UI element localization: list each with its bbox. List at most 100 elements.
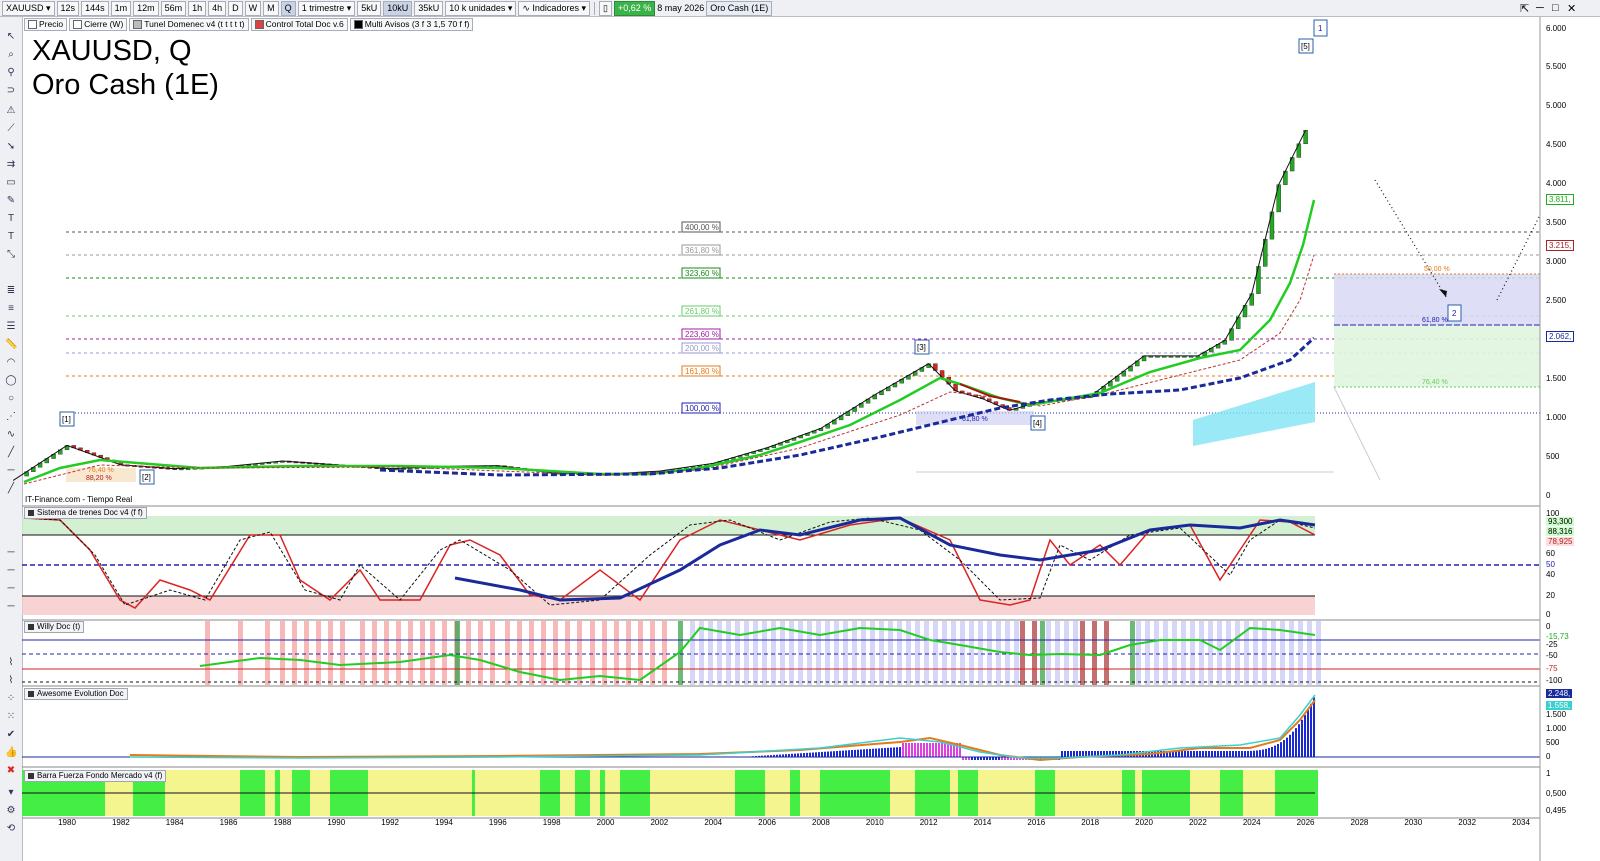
willy-tick: 0 xyxy=(1546,622,1551,631)
awesome-bar xyxy=(1211,751,1213,757)
awesome-bar xyxy=(839,750,841,757)
trenes-tag: 78,925 xyxy=(1546,537,1575,546)
awesome-bar xyxy=(803,753,805,757)
willy-bar xyxy=(205,621,210,685)
panel-label-awesome[interactable]: Awesome Evolution Doc xyxy=(24,688,128,700)
awesome-bar xyxy=(848,750,850,757)
trenes-tick: 60 xyxy=(1546,549,1555,558)
willy-bar xyxy=(614,621,619,685)
awesome-bars xyxy=(743,697,1315,760)
time-tick: 2028 xyxy=(1350,818,1369,827)
willy-bar xyxy=(442,621,447,685)
barra-tick: 1 xyxy=(1546,769,1551,778)
willy-bar xyxy=(1217,621,1222,685)
willy-bar xyxy=(1130,621,1135,685)
awesome-bar xyxy=(1268,747,1270,757)
willy-tick: -25 xyxy=(1546,640,1558,649)
price-tag: 2.062, xyxy=(1546,331,1575,342)
willy-bar xyxy=(1064,621,1069,685)
time-tick: 1984 xyxy=(165,818,184,827)
awesome-tick: 500 xyxy=(1546,738,1560,747)
willy-bar xyxy=(1208,621,1213,685)
awesome-bar xyxy=(1304,714,1306,757)
willy-bar xyxy=(987,621,992,685)
time-tick: 1980 xyxy=(58,818,76,827)
zone-label: 61,80 % xyxy=(962,416,988,423)
awesome-bar xyxy=(1307,709,1309,757)
awesome-bar xyxy=(1223,751,1225,757)
awesome-bar xyxy=(1238,751,1240,757)
awesome-tag: 1.558, xyxy=(1546,701,1573,710)
trenes-tag: 93,300 xyxy=(1546,517,1575,526)
panel-swatch xyxy=(28,691,34,697)
willy-bar xyxy=(430,621,435,685)
willy-bar xyxy=(396,621,401,685)
zone-label: 76,40 % xyxy=(1422,379,1448,386)
time-tick: 1996 xyxy=(488,818,507,827)
willy-bar xyxy=(726,621,731,685)
awesome-bar xyxy=(1196,751,1198,757)
fib-label-group: 400,00 % 361,80 % 323,60 % 261,80 % 223,… xyxy=(681,221,721,414)
awesome-bar xyxy=(1250,750,1252,757)
willy-bar xyxy=(1181,621,1186,685)
willy-bar xyxy=(852,621,857,685)
awesome-bar xyxy=(1265,748,1267,757)
zone-label: 88,20 % xyxy=(86,475,112,482)
awesome-tick: 1.000 xyxy=(1546,724,1567,733)
willy-bar xyxy=(372,621,377,685)
awesome-bar xyxy=(1214,751,1216,757)
barra-tick: 0,495 xyxy=(1546,806,1567,815)
price-series-line xyxy=(12,129,1307,481)
awesome-bar xyxy=(1220,751,1222,757)
awesome-bar xyxy=(1199,751,1201,757)
awesome-bar xyxy=(1256,750,1258,757)
trenes-upper-band xyxy=(22,516,1315,535)
trenes-tick: 50 xyxy=(1546,560,1555,569)
willy-bar xyxy=(1154,621,1159,685)
awesome-bar xyxy=(1202,751,1204,757)
willy-bar xyxy=(638,621,643,685)
awesome-bar xyxy=(1241,750,1243,757)
willy-bar xyxy=(699,621,704,685)
awesome-bar xyxy=(899,747,901,757)
price-tag: 3.811, xyxy=(1546,194,1574,205)
willy-bar xyxy=(1020,621,1025,685)
time-tick: 1998 xyxy=(542,818,561,827)
awesome-bar xyxy=(1178,751,1180,757)
price-tick: 5.000 xyxy=(1546,101,1567,110)
willy-bar xyxy=(915,621,920,685)
awesome-bar xyxy=(845,750,847,757)
price-tick: 500 xyxy=(1546,452,1560,461)
awesome-bar xyxy=(1073,751,1075,757)
panel-label-barra[interactable]: Barra Fuerza Fondo Mercado v4 (f) xyxy=(24,770,167,782)
panel-label-willy[interactable]: Willy Doc (t) xyxy=(24,621,85,633)
awesome-bar xyxy=(1259,750,1261,757)
trenes-tick: 40 xyxy=(1546,570,1555,579)
barra-tick: 0,500 xyxy=(1546,789,1567,798)
fib-label: 223,60 % xyxy=(685,330,719,339)
willy-bar xyxy=(565,621,570,685)
awesome-bar xyxy=(902,743,904,757)
awesome-bar xyxy=(812,752,814,757)
wave-label: [5] xyxy=(1301,42,1310,51)
time-tick: 2002 xyxy=(650,818,669,827)
fibonacci-levels xyxy=(66,231,1540,414)
chart-canvas[interactable]: 400,00 % 361,80 % 323,60 % 261,80 % 223,… xyxy=(0,0,1600,861)
awesome-bar xyxy=(1313,697,1315,757)
time-tick: 2000 xyxy=(596,818,615,827)
willy-tick: -100 xyxy=(1546,676,1563,685)
fib-label: 400,00 % xyxy=(685,223,719,232)
awesome-bar xyxy=(1271,746,1273,757)
awesome-bar xyxy=(815,752,817,757)
fib-zone-61 xyxy=(1334,325,1540,387)
wave-label: 2 xyxy=(1452,309,1457,318)
willy-bar xyxy=(1316,621,1321,685)
awesome-bar xyxy=(1229,751,1231,757)
time-tick: 2004 xyxy=(704,818,723,827)
trend-guide xyxy=(1333,386,1381,481)
awesome-tick: 0 xyxy=(1546,752,1551,761)
willy-bar xyxy=(1226,621,1231,685)
panel-label-trenes[interactable]: Sistema de trenes Doc v4 (f f) xyxy=(24,507,147,519)
awesome-bar xyxy=(896,747,898,757)
awesome-cyan-line xyxy=(129,694,1316,759)
